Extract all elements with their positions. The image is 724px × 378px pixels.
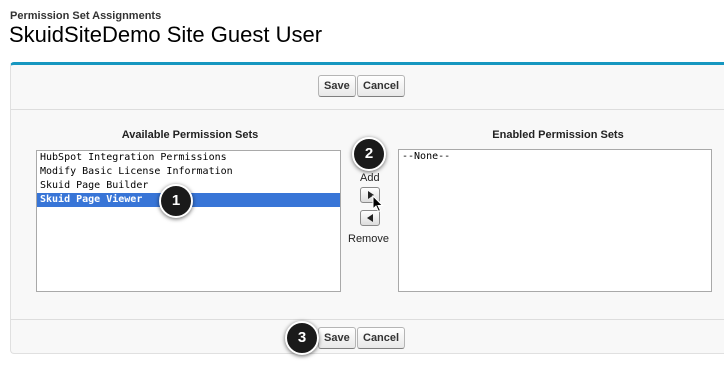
enabled-list[interactable]: --None--: [398, 149, 712, 292]
remove-label: Remove: [348, 233, 389, 245]
add-label: Add: [360, 172, 380, 184]
mouse-pointer-icon: [372, 195, 384, 213]
cancel-button-bottom[interactable]: Cancel: [357, 327, 406, 349]
available-heading: Available Permission Sets: [121, 129, 259, 141]
permission-set-panel: Save Cancel Available Permission Sets Hu…: [10, 62, 724, 354]
callout-badge-1: 1: [159, 184, 193, 218]
list-item[interactable]: --None--: [399, 150, 711, 164]
save-button-top[interactable]: Save: [318, 75, 356, 97]
callout-badge-2: 2: [352, 137, 386, 171]
arrow-left-icon: [367, 214, 373, 222]
callout-badge-3: 3: [285, 321, 319, 355]
divider-bottom: [11, 319, 724, 320]
page-subtitle: Permission Set Assignments: [10, 10, 162, 22]
enabled-heading: Enabled Permission Sets: [492, 129, 624, 141]
cancel-button-top[interactable]: Cancel: [357, 75, 406, 97]
list-item[interactable]: HubSpot Integration Permissions: [37, 151, 340, 165]
available-list[interactable]: HubSpot Integration Permissions Modify B…: [36, 150, 341, 292]
divider-top: [11, 109, 724, 110]
list-item[interactable]: Modify Basic License Information: [37, 165, 340, 179]
page-title: SkuidSiteDemo Site Guest User: [9, 22, 323, 47]
save-button-bottom[interactable]: Save: [318, 327, 356, 349]
